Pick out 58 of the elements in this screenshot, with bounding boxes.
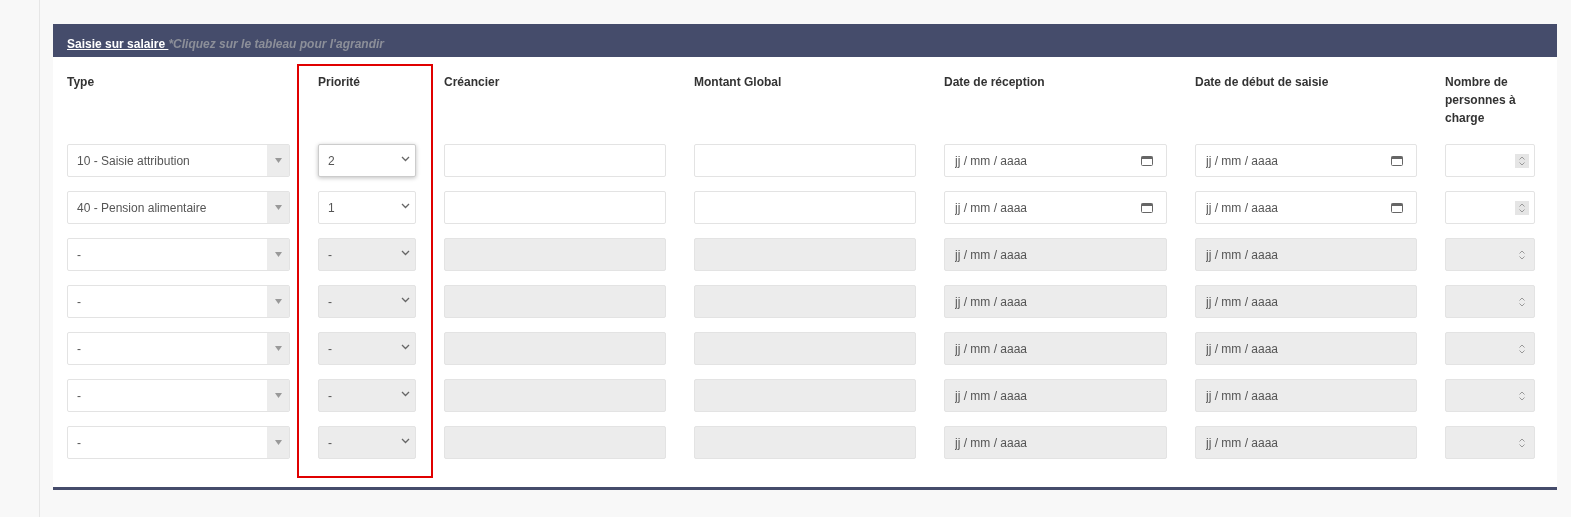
chevron-icon xyxy=(401,344,410,350)
type-select[interactable]: 10 - Saisie attribution xyxy=(67,144,290,177)
chevron-icon xyxy=(401,250,410,256)
input-field[interactable] xyxy=(444,191,666,224)
chevron-icon xyxy=(401,297,410,303)
panel-title: Saisie sur salaire xyxy=(67,37,167,51)
calendar-icon xyxy=(1141,202,1153,213)
input-field[interactable] xyxy=(444,332,666,365)
input-field[interactable] xyxy=(694,191,916,224)
number-field[interactable] xyxy=(1445,426,1535,459)
dropdown-arrow-icon xyxy=(274,440,282,445)
spinner-icon xyxy=(1515,200,1529,215)
number-field[interactable] xyxy=(1445,332,1535,365)
number-field[interactable] xyxy=(1445,144,1535,177)
column-header: Nombre de personnes à charge xyxy=(1445,74,1517,127)
calendar-icon xyxy=(1391,155,1403,166)
input-field[interactable] xyxy=(694,144,916,177)
calendar-icon xyxy=(1391,202,1403,213)
number-field[interactable] xyxy=(1445,379,1535,412)
column-header: Type xyxy=(67,74,96,91)
input-field[interactable] xyxy=(444,426,666,459)
dropdown-arrow-icon xyxy=(274,393,282,398)
input-field[interactable] xyxy=(694,285,916,318)
date-field[interactable]: jj / mm / aaaa xyxy=(1195,191,1417,224)
hint-text: *Cliquez sur le tableau pour l'agrandir xyxy=(168,37,384,51)
date-field[interactable]: jj / mm / aaaa xyxy=(944,144,1167,177)
input-field[interactable] xyxy=(444,238,666,271)
dropdown-arrow-icon xyxy=(274,158,282,163)
date-field[interactable]: jj / mm / aaaa xyxy=(944,191,1167,224)
column-header: Date de début de saisie xyxy=(1195,74,1330,91)
spinner-icon xyxy=(1515,153,1529,168)
input-field[interactable] xyxy=(444,379,666,412)
dropdown-arrow-icon xyxy=(274,299,282,304)
chevron-icon xyxy=(401,438,410,444)
column-header: Date de réception xyxy=(944,74,1046,91)
type-select[interactable]: 40 - Pension alimentaire xyxy=(67,191,290,224)
column-header: Montant Global xyxy=(694,74,783,91)
chevron-icon xyxy=(401,156,410,162)
date-field[interactable]: jj / mm / aaaa xyxy=(1195,144,1417,177)
dropdown-arrow-icon xyxy=(274,346,282,351)
calendar-icon xyxy=(1141,155,1153,166)
priority-select[interactable]: 1 xyxy=(318,191,416,224)
dropdown-arrow-icon xyxy=(274,252,282,257)
column-header: Priorité xyxy=(318,74,361,91)
dropdown-arrow-icon xyxy=(274,205,282,210)
chevron-icon xyxy=(401,391,410,397)
number-field[interactable] xyxy=(1445,191,1535,224)
chevron-icon xyxy=(401,203,410,209)
input-field[interactable] xyxy=(694,426,916,459)
number-field[interactable] xyxy=(1445,238,1535,271)
column-header: Créancier xyxy=(444,74,501,91)
priority-select[interactable]: 2 xyxy=(318,144,416,177)
input-field[interactable] xyxy=(444,285,666,318)
input-field[interactable] xyxy=(444,144,666,177)
number-field[interactable] xyxy=(1445,285,1535,318)
input-field[interactable] xyxy=(694,332,916,365)
input-field[interactable] xyxy=(694,379,916,412)
input-field[interactable] xyxy=(694,238,916,271)
